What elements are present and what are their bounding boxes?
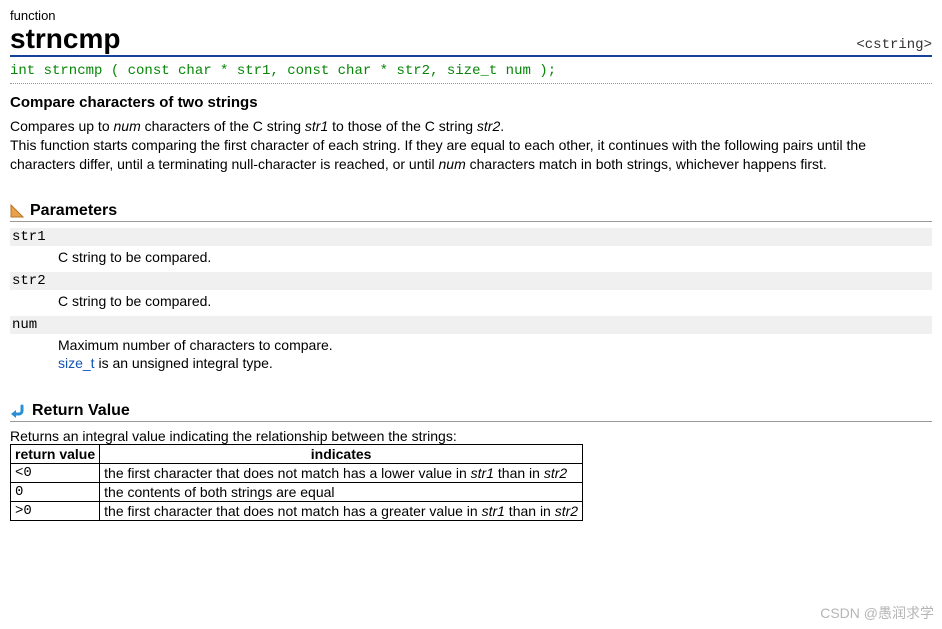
rv-code: >0 (11, 502, 100, 521)
rv-em: str1 (482, 503, 505, 519)
th-indicates: indicates (100, 445, 583, 464)
rv-em: str2 (544, 465, 567, 481)
desc-em-str2: str2 (477, 118, 500, 134)
desc-text: characters of the C string (141, 118, 305, 134)
table-row: 0 the contents of both strings are equal (11, 483, 583, 502)
param-desc-str1: C string to be compared. (58, 248, 932, 266)
param-name-str2: str2 (10, 272, 932, 290)
return-value-heading: Return Value (10, 402, 932, 422)
param-desc-text: Maximum number of characters to compare. (58, 337, 333, 353)
desc-em-str1: str1 (305, 118, 328, 134)
table-row: <0 the first character that does not mat… (11, 464, 583, 483)
function-name: strncmp (10, 25, 120, 53)
rv-desc: the first character that does not match … (100, 502, 583, 521)
full-description: Compares up to num characters of the C s… (10, 117, 932, 174)
rv-text: than in (494, 465, 544, 481)
title-row: strncmp <cstring> (10, 25, 932, 57)
rv-desc: the first character that does not match … (100, 464, 583, 483)
category-label: function (10, 8, 932, 23)
rv-code: <0 (11, 464, 100, 483)
parameters-list: str1 C string to be compared. str2 C str… (10, 228, 932, 373)
return-icon (10, 403, 26, 419)
desc-text: characters match in both strings, whiche… (466, 156, 827, 172)
param-name-num: num (10, 316, 932, 334)
rv-code: 0 (11, 483, 100, 502)
triangle-icon (10, 204, 24, 218)
rv-desc: the contents of both strings are equal (100, 483, 583, 502)
param-desc-text: is an unsigned integral type. (95, 355, 273, 371)
th-return-value: return value (11, 445, 100, 464)
desc-text: . (500, 118, 504, 134)
brief-description: Compare characters of two strings (10, 94, 932, 111)
desc-text: to those of the C string (328, 118, 477, 134)
parameters-heading: Parameters (10, 202, 932, 222)
rv-em: str2 (555, 503, 578, 519)
rv-text: than in (505, 503, 555, 519)
param-desc-str2: C string to be compared. (58, 292, 932, 310)
desc-text: Compares up to (10, 118, 114, 134)
desc-em-num: num (439, 156, 466, 172)
rv-text: the first character that does not match … (104, 503, 481, 519)
rv-text: the contents of both strings are equal (104, 484, 334, 500)
size-t-link[interactable]: size_t (58, 355, 95, 371)
header-include: <cstring> (856, 37, 932, 53)
rv-em: str1 (471, 465, 494, 481)
desc-em-num: num (114, 118, 141, 134)
function-signature: int strncmp ( const char * str1, const c… (10, 61, 932, 84)
param-name-str1: str1 (10, 228, 932, 246)
section-title: Return Value (32, 402, 130, 420)
table-header-row: return value indicates (11, 445, 583, 464)
param-desc-num: Maximum number of characters to compare.… (58, 336, 932, 372)
rv-text: the first character that does not match … (104, 465, 471, 481)
return-intro: Returns an integral value indicating the… (10, 428, 932, 444)
section-title: Parameters (30, 202, 117, 220)
table-row: >0 the first character that does not mat… (11, 502, 583, 521)
watermark: CSDN @愚润求学 (820, 603, 934, 623)
return-value-table: return value indicates <0 the first char… (10, 444, 583, 521)
